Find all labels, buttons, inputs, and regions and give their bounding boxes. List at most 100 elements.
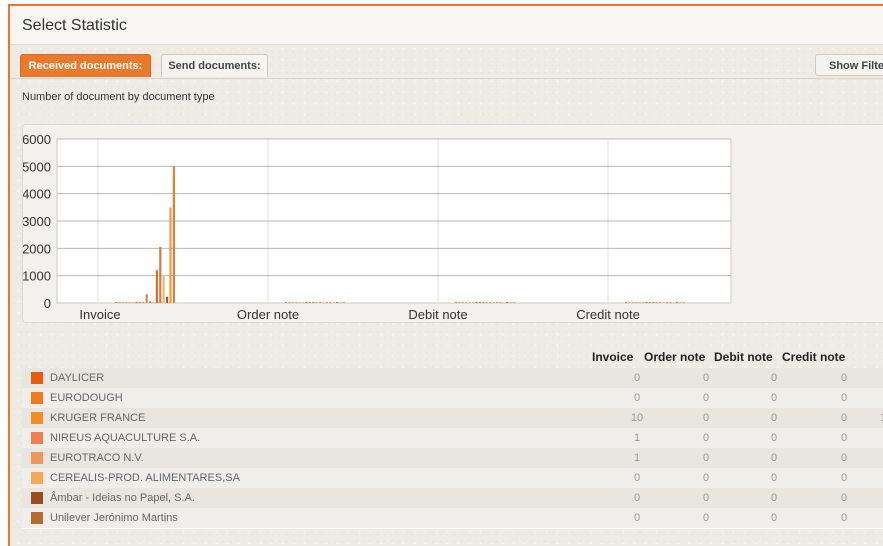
bar (655, 302, 658, 303)
row-value-debit-note: 0 (770, 452, 778, 464)
table-row[interactable]: EURODOUGH 0 0 0 0 (22, 388, 883, 409)
bar (308, 302, 311, 303)
bar (509, 302, 512, 303)
bar (319, 302, 322, 303)
table-row[interactable]: CEREALIS-PROD. ALIMENTARES,SA 0 0 0 0 (22, 468, 883, 489)
table-row[interactable]: DAYLICER 0 0 0 0 (22, 368, 883, 389)
column-header-invoice: Invoice (592, 350, 634, 364)
row-value-invoice: 0 (633, 472, 641, 484)
row-value-credit-note: 0 (840, 392, 848, 404)
bar (502, 302, 505, 303)
y-tick-label: 4000 (23, 187, 51, 202)
tab-received-documents[interactable]: Received documents: (20, 54, 151, 77)
bar (322, 302, 325, 303)
series-color-swatch (31, 472, 43, 484)
bar (628, 302, 631, 303)
bar (339, 302, 342, 303)
row-value-order-note: 0 (702, 512, 710, 524)
bar (468, 302, 471, 303)
row-value-debit-note: 0 (770, 492, 778, 504)
y-tick-label: 2000 (23, 241, 51, 256)
row-value-debit-note: 0 (770, 512, 778, 524)
column-header-order-note: Order note (644, 350, 706, 364)
series-color-swatch (31, 412, 43, 424)
row-value-invoice: 10 (630, 412, 644, 424)
bar (642, 302, 645, 303)
bar (342, 302, 345, 303)
bar (512, 302, 515, 303)
bar (336, 302, 339, 303)
bar (489, 302, 492, 303)
table-row[interactable]: NIREUS AQUACULTURE S.A. 1 0 0 0 (22, 428, 883, 449)
row-value-debit-note: 0 (770, 392, 778, 404)
x-tick-label: Order note (237, 307, 299, 322)
y-tick-label: 3000 (23, 214, 51, 229)
row-value-credit-note: 0 (840, 452, 848, 464)
x-tick-label: Debit note (408, 307, 467, 322)
series-color-swatch (31, 372, 43, 384)
bar (669, 302, 672, 303)
row-value-debit-note: 0 (770, 472, 778, 484)
bar (125, 302, 128, 303)
bar (648, 302, 651, 303)
bar (315, 302, 318, 303)
series-color-swatch (31, 432, 43, 444)
y-tick-label: 1000 (23, 269, 51, 284)
table-row[interactable]: Âmbar - Ideias no Papel, S.A. 0 0 0 0 (22, 488, 883, 509)
bar (138, 302, 141, 303)
row-name: KRUGER FRANCE (50, 412, 146, 424)
show-filter-button[interactable]: Show Filter (815, 54, 883, 76)
row-value-order-note: 0 (702, 452, 710, 464)
row-value-order-note: 0 (702, 412, 710, 424)
bar (659, 302, 662, 303)
row-name: CEREALIS-PROD. ALIMENTARES,SA (50, 472, 240, 484)
bar (499, 302, 502, 303)
bar (162, 276, 165, 303)
bar (312, 302, 315, 303)
bar (305, 302, 308, 303)
row-value-credit-note: 0 (840, 492, 848, 504)
bar (172, 166, 175, 303)
bar (135, 302, 138, 303)
x-tick-label: Credit note (576, 307, 640, 322)
bar (485, 302, 488, 303)
bar (482, 302, 485, 303)
bar (682, 302, 685, 303)
table-row[interactable]: KRUGER FRANCE 10 0 0 0 1 (22, 408, 883, 429)
bar (495, 302, 498, 303)
tab-send-documents[interactable]: Send documents: (161, 54, 268, 77)
statistic-window: Select Statistic Received documents: Sen… (8, 4, 883, 546)
row-value-credit-note: 0 (840, 472, 848, 484)
row-value-debit-note: 0 (770, 372, 778, 384)
row-value-extra: 1 (877, 412, 883, 424)
y-tick-label: 0 (44, 296, 51, 311)
bar (461, 302, 464, 303)
bar (662, 302, 665, 303)
bar (155, 270, 158, 303)
row-value-invoice: 1 (633, 452, 641, 464)
chart-panel: 0 1000 2000 3000 4000 5000 6000 Invoice Order no… (22, 124, 883, 323)
row-value-credit-note: 0 (840, 512, 848, 524)
table-row[interactable]: Unilever Jerónimo Martins 0 0 0 0 (22, 508, 883, 529)
row-value-invoice: 1 (633, 432, 641, 444)
bar (665, 302, 668, 303)
bar (472, 302, 475, 303)
row-value-invoice: 0 (633, 492, 641, 504)
table-header: Invoice Order note Debit note Credit not… (22, 346, 883, 368)
bar-chart: 0 1000 2000 3000 4000 5000 6000 Invoice Order no… (23, 132, 732, 322)
bar (169, 207, 172, 303)
row-name: EUROTRACO N.V. (50, 452, 144, 464)
bar (132, 302, 135, 303)
bar (465, 302, 468, 303)
y-tick-label: 5000 (23, 159, 51, 174)
bar (625, 302, 628, 303)
table-row[interactable]: EUROTRACO N.V. 1 0 0 0 (22, 448, 883, 469)
bar (145, 294, 148, 303)
bar (149, 301, 152, 303)
bar (458, 302, 461, 303)
bar (298, 302, 301, 303)
row-value-debit-note: 0 (770, 412, 778, 424)
bar (679, 302, 682, 303)
row-value-credit-note: 0 (840, 372, 848, 384)
bar (128, 302, 131, 303)
